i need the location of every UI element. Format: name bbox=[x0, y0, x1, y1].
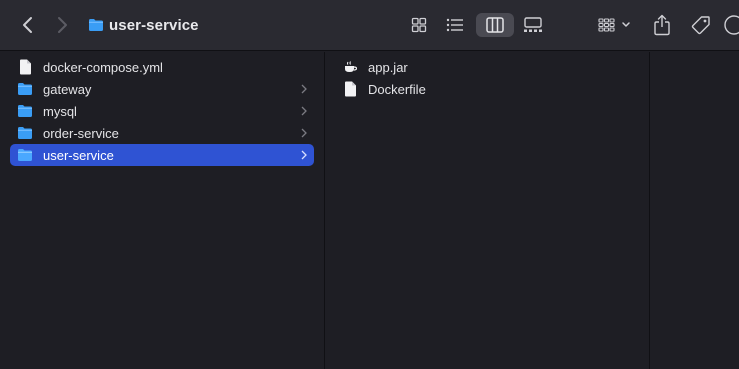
list-item[interactable]: gateway bbox=[10, 78, 314, 100]
gallery-icon bbox=[524, 17, 542, 32]
browser-column-3[interactable] bbox=[650, 52, 739, 369]
list-item[interactable]: mysql bbox=[10, 100, 314, 122]
more-button[interactable] bbox=[724, 14, 739, 36]
document-icon bbox=[16, 58, 34, 76]
chevron-right-icon bbox=[301, 128, 307, 138]
java-jar-icon bbox=[341, 58, 359, 76]
list-icon bbox=[446, 18, 463, 32]
list-item-label: app.jar bbox=[368, 59, 408, 75]
browser-column-2[interactable]: app.jar Dockerfile bbox=[325, 52, 650, 369]
list-view-button[interactable] bbox=[440, 13, 470, 37]
column-view-button[interactable] bbox=[476, 13, 514, 37]
chevron-left-icon bbox=[23, 17, 32, 33]
tag-icon bbox=[691, 16, 710, 35]
window-title: user-service bbox=[88, 14, 199, 36]
list-item[interactable]: app.jar bbox=[335, 56, 625, 78]
list-item-label: Dockerfile bbox=[368, 81, 426, 97]
group-button[interactable] bbox=[593, 13, 637, 37]
share-icon bbox=[654, 14, 670, 36]
window-title-label: user-service bbox=[109, 16, 199, 34]
folder-icon bbox=[16, 102, 34, 120]
document-icon bbox=[341, 80, 359, 98]
chevron-right-icon bbox=[301, 106, 307, 116]
share-button[interactable] bbox=[650, 11, 674, 39]
list-item-selected[interactable]: user-service bbox=[10, 144, 314, 166]
back-button[interactable] bbox=[16, 13, 40, 37]
browser-column-1[interactable]: docker-compose.yml gateway mysql order-s… bbox=[0, 52, 325, 369]
list-item-label: gateway bbox=[43, 81, 92, 97]
list-item[interactable]: Dockerfile bbox=[335, 78, 625, 100]
group-icon bbox=[598, 18, 630, 32]
toolbar: user-service bbox=[0, 0, 739, 51]
folder-icon bbox=[16, 146, 34, 164]
list-item-label: docker-compose.yml bbox=[43, 59, 163, 75]
list-item[interactable]: order-service bbox=[10, 122, 314, 144]
grid-icon bbox=[411, 17, 427, 33]
list-item[interactable]: docker-compose.yml bbox=[10, 56, 314, 78]
folder-icon bbox=[16, 80, 34, 98]
list-item-label: mysql bbox=[43, 103, 77, 119]
icon-view-button[interactable] bbox=[404, 13, 434, 37]
chevron-right-icon bbox=[301, 84, 307, 94]
tag-button[interactable] bbox=[688, 12, 714, 38]
folder-icon bbox=[16, 124, 34, 142]
more-icon bbox=[724, 15, 739, 35]
gallery-view-button[interactable] bbox=[518, 13, 548, 37]
forward-button[interactable] bbox=[50, 13, 74, 37]
chevron-right-icon bbox=[301, 150, 307, 160]
list-item-label: user-service bbox=[43, 147, 114, 163]
chevron-right-icon bbox=[58, 17, 67, 33]
folder-icon bbox=[89, 19, 103, 31]
columns-icon bbox=[486, 17, 504, 33]
list-item-label: order-service bbox=[43, 125, 119, 141]
